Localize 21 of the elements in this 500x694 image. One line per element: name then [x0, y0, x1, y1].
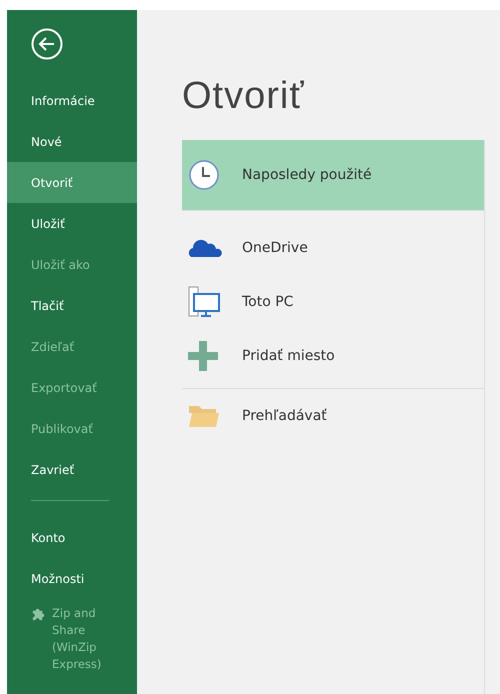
- place-item[interactable]: Pridať miesto: [182, 329, 484, 383]
- place-item[interactable]: OneDrive: [182, 221, 484, 275]
- page-title: Otvoriť: [182, 74, 306, 119]
- folder-icon: [188, 404, 220, 428]
- sidebar-item[interactable]: Tlačiť: [7, 285, 137, 326]
- place-item[interactable]: Prehľadávať: [182, 389, 484, 443]
- sidebar-item[interactable]: Informácie: [7, 80, 137, 121]
- sidebar-item[interactable]: Nové: [7, 121, 137, 162]
- sidebar-item[interactable]: Konto: [7, 517, 137, 558]
- add-in-label: Zip and Share (WinZip Express): [52, 605, 102, 673]
- clock-icon: [188, 159, 220, 191]
- sidebar-item[interactable]: Možnosti: [7, 558, 137, 599]
- plus-icon: [188, 341, 218, 371]
- place-item[interactable]: Toto PC: [182, 275, 484, 329]
- computer-icon: [188, 286, 220, 318]
- sidebar-item[interactable]: Uložiť: [7, 203, 137, 244]
- puzzle-icon: [31, 606, 46, 621]
- sidebar-item[interactable]: Zavrieť: [7, 449, 137, 490]
- cloud-icon: [188, 237, 222, 259]
- place-item[interactable]: Naposledy použité: [182, 140, 484, 211]
- sidebar-item[interactable]: Otvoriť: [7, 162, 137, 203]
